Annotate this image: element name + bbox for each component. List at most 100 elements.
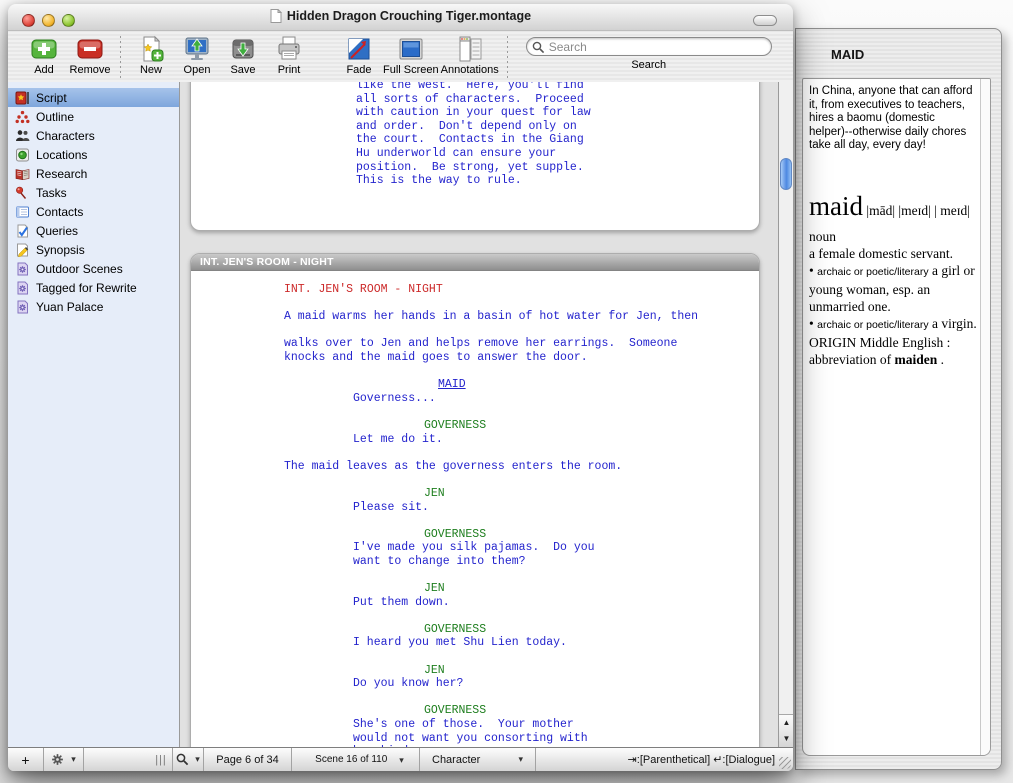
- script-dialogue-line[interactable]: position. Be strong, yet supple.: [191, 161, 759, 175]
- toolbar-separator: [120, 36, 121, 78]
- sidebar-item-label: Characters: [36, 129, 95, 143]
- script-dialogue-line[interactable]: This is the way to rule.: [191, 174, 759, 188]
- drawer-content-box: In China, anyone that can afford it, fro…: [802, 78, 991, 756]
- script-dialogue-line[interactable]: with caution in your quest for law: [191, 106, 759, 120]
- script-cue-line[interactable]: JEN: [191, 664, 759, 678]
- action-gear-menu[interactable]: [44, 748, 84, 771]
- sidebar-item-script[interactable]: Script: [8, 88, 179, 107]
- drawer-scrollbar[interactable]: [980, 79, 990, 755]
- toolbar-button-open[interactable]: Open: [175, 34, 219, 76]
- scene-card-previous-lines: like the west. Here, you'll findall sort…: [191, 82, 759, 188]
- script-dialogue-line[interactable]: Governess...: [191, 392, 759, 406]
- dictionary-pos: noun: [809, 228, 977, 245]
- sidebar-item-contacts[interactable]: Contacts: [8, 202, 179, 221]
- scene-card-jens-room[interactable]: INT. JEN'S ROOM - NIGHT INT. JEN'S ROOM …: [190, 253, 760, 748]
- script-cue-line[interactable]: GOVERNESS: [191, 528, 759, 542]
- script-dialogue-line[interactable]: Do you know her?: [191, 677, 759, 691]
- sidebar-item-label: Tasks: [36, 186, 67, 200]
- script-dialogue-line[interactable]: want to change into them?: [191, 555, 759, 569]
- script-action-line[interactable]: walks over to Jen and helps remove her e…: [191, 337, 759, 351]
- toolbar-button-label: Full Screen: [383, 64, 439, 76]
- script-icon: [15, 91, 30, 105]
- window-title: Hidden Dragon Crouching Tiger.montage: [8, 9, 793, 23]
- sidebar-item-synopsis[interactable]: Synopsis: [8, 240, 179, 259]
- script-dialogue-line[interactable]: Let me do it.: [191, 433, 759, 447]
- sidebar-item-label: Synopsis: [36, 243, 85, 257]
- script-dialogue-line[interactable]: I heard you met Shu Lien today.: [191, 636, 759, 650]
- new-icon: [136, 34, 166, 64]
- toolbar-button-print[interactable]: Print: [267, 34, 311, 76]
- splitter-handle[interactable]: |||: [150, 748, 172, 771]
- script-action-line[interactable]: A maid warms her hands in a basin of hot…: [191, 310, 759, 324]
- script-character-cue-link[interactable]: MAID: [191, 378, 759, 392]
- sidebar-item-label: Outline: [36, 110, 74, 124]
- toolbar-button-label: Fade: [346, 64, 371, 76]
- script-scrollbar[interactable]: ▲ ▼: [778, 82, 793, 748]
- resize-grip[interactable]: [779, 757, 791, 769]
- scene-card-previous[interactable]: like the west. Here, you'll findall sort…: [190, 82, 760, 231]
- smart-folder-icon: [15, 262, 30, 276]
- sidebar-item-outdoor-scenes[interactable]: Outdoor Scenes: [8, 259, 179, 278]
- scene-selector[interactable]: Scene 16 of 110: [292, 748, 420, 771]
- toolbar-toggle-button[interactable]: [753, 15, 777, 26]
- toolbar-button-annotations[interactable]: Annotations: [441, 34, 499, 76]
- script-dialogue-line[interactable]: Put them down.: [191, 596, 759, 610]
- sidebar-item-research[interactable]: Research: [8, 164, 179, 183]
- toolbar-button-save[interactable]: Save: [221, 34, 265, 76]
- add-scene-button[interactable]: +: [8, 748, 44, 771]
- status-bar: + ||| Page 6 of 34 Scene 16 of 110 Chara…: [8, 747, 793, 771]
- dictionary-sense-label: archaic or poetic/literary: [817, 319, 928, 331]
- scrollbar-thumb[interactable]: [780, 158, 792, 190]
- script-dialogue-line[interactable]: the court. Contacts in the Giang: [191, 133, 759, 147]
- scene-card-lines: INT. JEN'S ROOM - NIGHT A maid warms her …: [191, 271, 759, 748]
- window-content: Script Outline Characters LocationsResearch…: [8, 82, 793, 748]
- sidebar-item-label: Script: [36, 91, 67, 105]
- script-cue-line[interactable]: JEN: [191, 487, 759, 501]
- script-cue-line[interactable]: GOVERNESS: [191, 623, 759, 637]
- add-icon: [29, 34, 59, 64]
- toolbar-button-fade[interactable]: Fade: [337, 34, 381, 76]
- toolbar-button-new[interactable]: New: [129, 34, 173, 76]
- script-editor[interactable]: like the west. Here, you'll findall sort…: [180, 82, 778, 748]
- research-icon: [15, 167, 30, 181]
- toolbar-button-full-screen[interactable]: Full Screen: [383, 34, 439, 76]
- toolbar-button-remove[interactable]: Remove: [68, 34, 112, 76]
- script-dialogue-line[interactable]: and order. Don't depend only on: [191, 120, 759, 134]
- script-dialogue-line[interactable]: Please sit.: [191, 501, 759, 515]
- toolbar-button-label: Annotations: [441, 64, 499, 76]
- scene-header-bar[interactable]: INT. JEN'S ROOM - NIGHT: [191, 254, 759, 271]
- outline-icon: [15, 110, 30, 124]
- script-dialogue-line[interactable]: like the west. Here, you'll find: [191, 82, 759, 93]
- fullscreen-icon: [396, 34, 426, 64]
- title-bar[interactable]: Hidden Dragon Crouching Tiger.montage: [8, 4, 793, 31]
- element-type-selector[interactable]: Character: [420, 748, 536, 771]
- script-cue-line[interactable]: GOVERNESS: [191, 704, 759, 718]
- queries-icon: [15, 224, 30, 238]
- script-dialogue-line[interactable]: Hu underworld can ensure your: [191, 147, 759, 161]
- open-icon: [182, 34, 212, 64]
- script-action-line[interactable]: knocks and the maid goes to answer the d…: [191, 351, 759, 365]
- scroll-down-arrow[interactable]: ▼: [779, 731, 793, 747]
- script-dialogue-line[interactable]: all sorts of characters. Proceed: [191, 93, 759, 107]
- script-cue-line[interactable]: GOVERNESS: [191, 419, 759, 433]
- script-dialogue-line[interactable]: She's one of those. Your mother: [191, 718, 759, 732]
- sidebar-item-tasks[interactable]: Tasks: [8, 183, 179, 202]
- sidebar-item-yuan-palace[interactable]: Yuan Palace: [8, 297, 179, 316]
- scroll-up-arrow[interactable]: ▲: [779, 715, 793, 731]
- sidebar-item-locations[interactable]: Locations: [8, 145, 179, 164]
- script-dialogue-line[interactable]: would not want you consorting with: [191, 732, 759, 746]
- toolbar-button-add[interactable]: Add: [22, 34, 66, 76]
- script-cue-line[interactable]: JEN: [191, 582, 759, 596]
- toolbar-separator: [507, 36, 508, 78]
- zoom-menu[interactable]: [172, 748, 204, 771]
- script-action-line[interactable]: The maid leaves as the governess enters …: [191, 460, 759, 474]
- sidebar-item-characters[interactable]: Characters: [8, 126, 179, 145]
- script-dialogue-line[interactable]: I've made you silk pajamas. Do you: [191, 541, 759, 555]
- search-input[interactable]: [526, 37, 772, 56]
- annotations-icon: [455, 34, 485, 64]
- script-scene-line[interactable]: INT. JEN'S ROOM - NIGHT: [191, 283, 759, 297]
- sidebar-item-outline[interactable]: Outline: [8, 107, 179, 126]
- sidebar-item-tagged-for-rewrite[interactable]: Tagged for Rewrite: [8, 278, 179, 297]
- sidebar-item-queries[interactable]: Queries: [8, 221, 179, 240]
- page-indicator: Page 6 of 34: [204, 748, 292, 771]
